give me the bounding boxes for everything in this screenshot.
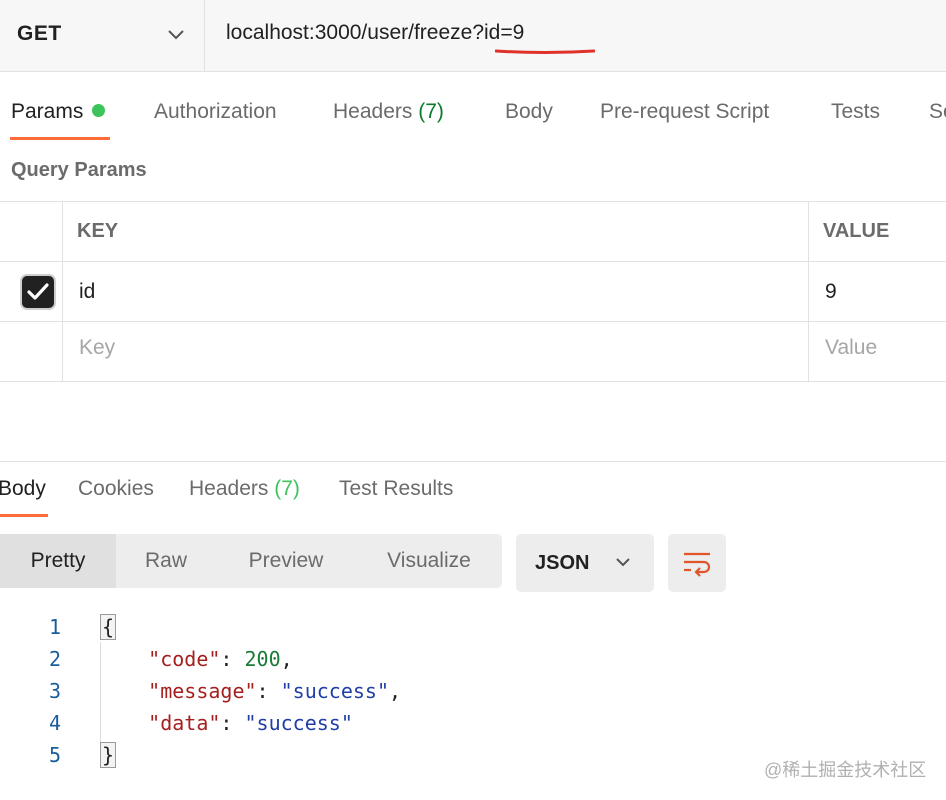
response-tab-cookies[interactable]: Cookies [78, 477, 154, 501]
view-preview-button[interactable]: Preview [216, 534, 356, 588]
response-active-tab-indicator [0, 514, 48, 517]
tab-headers-label: Headers [333, 100, 413, 123]
request-tabs: Params Authorization Headers (7) Body Pr… [0, 92, 946, 142]
tab-params-label: Params [11, 100, 84, 123]
line-number: 5 [48, 743, 61, 767]
json-number: 200 [244, 647, 281, 671]
view-pretty-button[interactable]: Pretty [0, 534, 116, 588]
format-label: JSON [535, 552, 590, 574]
param-key-value: id [79, 280, 96, 303]
params-table: KEY VALUE id 9 [0, 201, 946, 382]
code-line: 1 { [0, 614, 946, 647]
view-mode-group: Pretty Raw Preview Visualize [0, 534, 502, 588]
header-check-cell [0, 202, 63, 261]
table-row-new [0, 322, 946, 382]
param-value-cell[interactable]: 9 [809, 262, 946, 321]
code-line: 2 "code": 200, [0, 647, 946, 679]
tab-body-label: Body [505, 100, 553, 123]
active-tab-indicator [10, 137, 110, 140]
request-bar: GET localhost:3000/user/freeze?id=9 [0, 0, 946, 72]
chevron-down-icon [616, 558, 630, 567]
query-params-title: Query Params [11, 159, 147, 181]
json-key: "code" [148, 647, 221, 671]
tab-authorization-label: Authorization [154, 100, 277, 123]
new-value-input[interactable] [825, 336, 946, 360]
header-key-label: KEY [77, 220, 119, 242]
code-line: 3 "message": "success", [0, 679, 946, 711]
response-tab-body-label: Body [0, 477, 46, 500]
tab-headers-count: (7) [418, 100, 444, 123]
json-key: "message" [148, 679, 257, 703]
url-input[interactable]: localhost:3000/user/freeze?id=9 [226, 21, 524, 45]
tab-tests-label: Tests [831, 100, 881, 123]
response-tab-headers-label: Headers [189, 477, 269, 500]
method-select[interactable]: GET [0, 0, 205, 71]
tab-body[interactable]: Body [505, 100, 553, 124]
param-value-value: 9 [825, 280, 837, 303]
line-number: 3 [48, 679, 61, 703]
params-header-row: KEY VALUE [0, 202, 946, 262]
tab-settings-label: Se [929, 100, 946, 123]
url-highlight-underline [495, 49, 595, 54]
response-tab-headers-count: (7) [274, 477, 300, 500]
header-value-cell: VALUE [809, 202, 946, 261]
response-tab-headers[interactable]: Headers (7) [189, 477, 300, 501]
response-divider [0, 461, 946, 462]
response-tab-cookies-label: Cookies [78, 477, 154, 500]
line-number: 2 [48, 647, 61, 671]
view-raw-button[interactable]: Raw [116, 534, 216, 588]
new-value-cell [809, 322, 946, 382]
response-tab-test-results-label: Test Results [339, 477, 454, 500]
json-string: "success" [280, 679, 390, 703]
line-number: 1 [48, 615, 61, 639]
open-brace: { [100, 614, 117, 640]
response-tab-body[interactable]: Body [0, 477, 46, 501]
indent-guide [100, 642, 101, 742]
new-row-check-cell [0, 322, 63, 382]
param-checkbox[interactable] [22, 276, 54, 308]
tab-tests[interactable]: Tests [831, 100, 880, 124]
format-select[interactable]: JSON [516, 534, 654, 592]
params-active-dot [92, 104, 106, 117]
response-tab-test-results[interactable]: Test Results [339, 477, 453, 501]
tab-settings[interactable]: Se [929, 100, 946, 124]
row-check-cell [0, 262, 63, 321]
table-row: id 9 [0, 262, 946, 322]
new-key-cell [63, 322, 809, 382]
header-key-cell: KEY [63, 202, 809, 261]
checkmark-icon [27, 283, 49, 300]
chevron-down-icon [168, 30, 184, 40]
tab-authorization[interactable]: Authorization [154, 100, 277, 124]
close-brace: } [100, 742, 117, 768]
tab-headers[interactable]: Headers (7) [333, 100, 444, 124]
line-number: 4 [48, 711, 61, 735]
wrap-lines-button[interactable] [668, 534, 726, 592]
watermark: @稀土掘金技术社区 [764, 760, 927, 780]
wrap-lines-icon [684, 552, 711, 577]
param-key-cell[interactable]: id [63, 262, 809, 321]
code-line: 4 "data": "success" [0, 711, 946, 743]
header-value-label: VALUE [823, 220, 890, 242]
tab-pre-request-script-label: Pre-request Script [600, 100, 770, 123]
tab-params[interactable]: Params [11, 100, 106, 124]
tab-pre-request-script[interactable]: Pre-request Script [600, 100, 769, 124]
json-string: "success" [244, 711, 353, 735]
view-visualize-button[interactable]: Visualize [356, 534, 502, 588]
method-label: GET [17, 22, 62, 45]
new-key-input[interactable] [79, 336, 750, 360]
json-key: "data" [148, 711, 221, 735]
